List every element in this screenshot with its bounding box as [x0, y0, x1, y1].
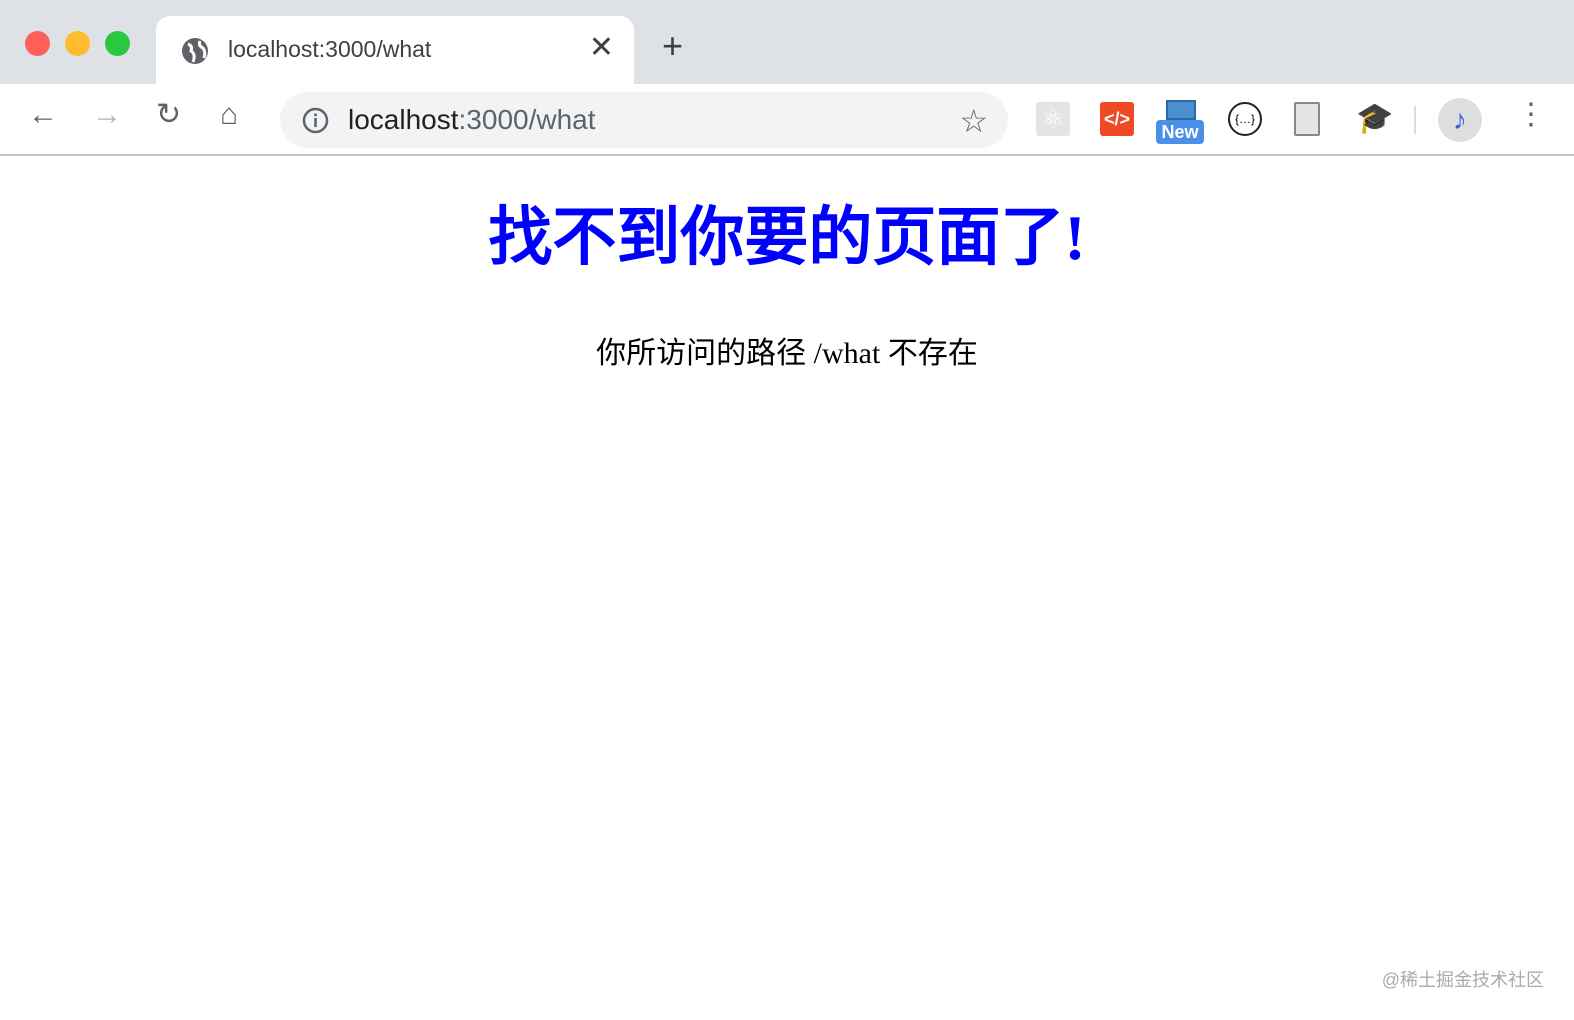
- info-icon[interactable]: [302, 107, 329, 134]
- window-close-button[interactable]: [25, 31, 50, 56]
- home-button[interactable]: ⌂: [220, 100, 238, 130]
- profile-avatar-music-icon[interactable]: ♪: [1438, 98, 1482, 142]
- new-badge: New: [1156, 120, 1204, 144]
- address-bar[interactable]: localhost:3000/what ☆: [280, 92, 1008, 148]
- page-title: 找不到你要的页面了!: [488, 202, 1086, 273]
- react-devtools-icon[interactable]: ⚛: [1036, 102, 1070, 136]
- page-content: 找不到你要的页面了! 你所访问的路径 /what 不存在: [0, 158, 1574, 372]
- graduation-cap-icon[interactable]: 🎓: [1356, 102, 1393, 136]
- menu-kebab-icon[interactable]: ⋮: [1516, 100, 1546, 130]
- tab-active[interactable]: localhost:3000/what ✕: [156, 16, 634, 84]
- forward-button[interactable]: →: [92, 100, 122, 130]
- bookmark-star-icon[interactable]: ☆: [959, 102, 988, 140]
- tab-title: localhost:3000/what: [228, 36, 432, 62]
- back-button[interactable]: ←: [28, 100, 58, 130]
- json-icon[interactable]: {…}: [1228, 102, 1262, 136]
- watermark: @稀土掘金技术社区: [1381, 970, 1544, 990]
- not-found-message: 你所访问的路径 /what 不存在: [596, 337, 978, 370]
- document-icon[interactable]: [1294, 102, 1320, 136]
- url-text[interactable]: localhost:3000/what: [348, 104, 596, 136]
- browser-toolbar: ← → ↻ ⌂ localhost:3000/what ☆ ⚛ </> New …: [0, 84, 1574, 156]
- reload-button[interactable]: ↻: [156, 100, 181, 130]
- toolbar-divider: [1414, 106, 1416, 134]
- code-icon[interactable]: </>: [1100, 102, 1134, 136]
- new-badge-extension-icon[interactable]: New: [1156, 100, 1204, 148]
- tab-strip: localhost:3000/what ✕ +: [0, 0, 1574, 84]
- tab-close-icon[interactable]: ✕: [589, 30, 614, 65]
- globe-icon: [182, 38, 208, 64]
- new-tab-button[interactable]: +: [662, 28, 683, 64]
- window-maximize-button[interactable]: [105, 31, 130, 56]
- window-minimize-button[interactable]: [65, 31, 90, 56]
